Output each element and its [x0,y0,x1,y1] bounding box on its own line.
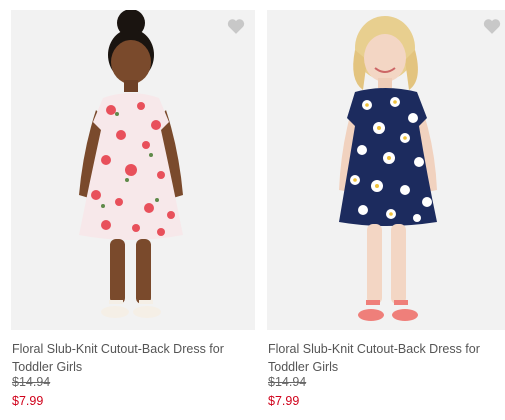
product-image[interactable] [267,10,505,330]
product-grid: Floral Slub-Knit Cutout-Back Dress for T… [0,0,505,420]
heart-icon[interactable] [483,18,501,34]
heart-icon[interactable] [227,18,245,34]
sale-price: $7.99 [268,394,300,408]
product-image[interactable] [11,10,255,330]
sale-price: $7.99 [12,394,44,408]
product-title-link[interactable]: Floral Slub-Knit Cutout-Back Dress for T… [12,340,252,376]
product-card[interactable]: Floral Slub-Knit Cutout-Back Dress for T… [267,0,505,420]
product-card[interactable]: Floral Slub-Knit Cutout-Back Dress for T… [11,0,255,420]
toddler-girl-navy-daisy-dress-photo [339,16,437,321]
toddler-girl-pink-floral-dress-photo [79,10,183,318]
original-price: $14.94 [12,375,51,389]
product-title-link[interactable]: Floral Slub-Knit Cutout-Back Dress for T… [268,340,505,376]
original-price: $14.94 [268,375,307,389]
